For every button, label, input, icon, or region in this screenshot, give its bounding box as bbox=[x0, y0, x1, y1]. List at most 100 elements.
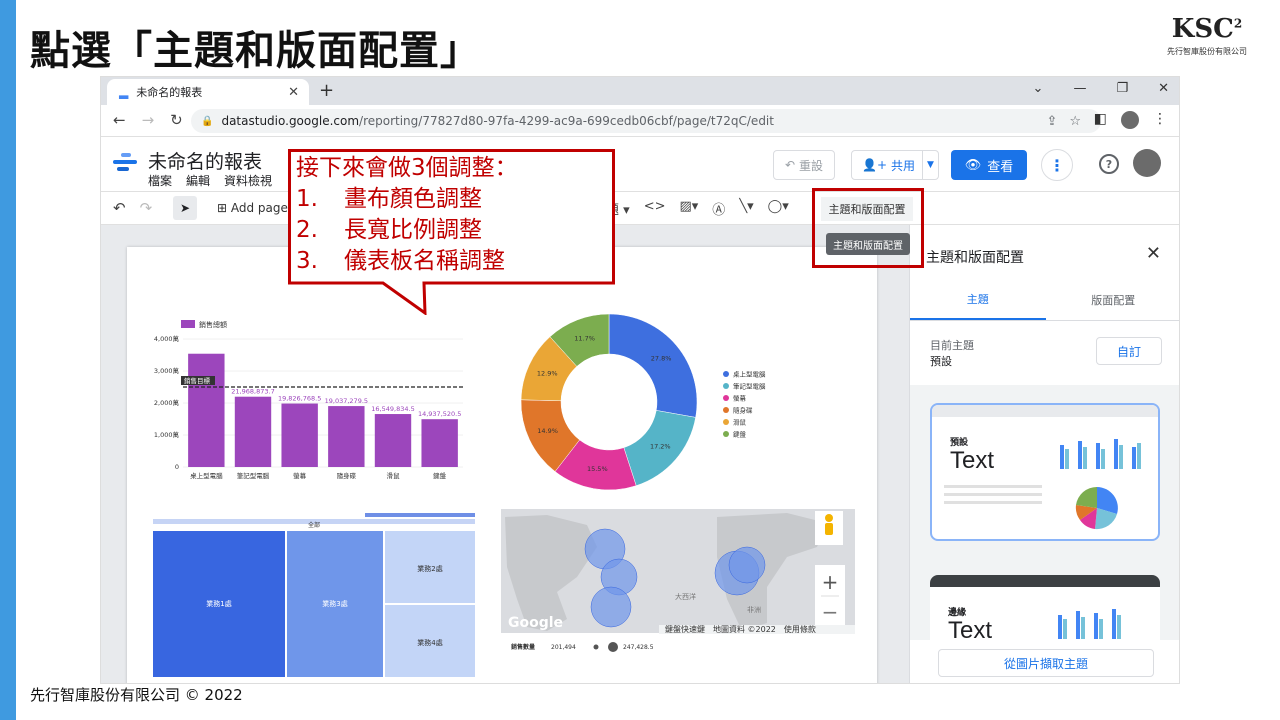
bookmark-star-icon[interactable]: ☆ bbox=[1069, 114, 1081, 129]
reset-button[interactable]: ↶ 重設 bbox=[773, 150, 835, 180]
url-input[interactable]: 🔒 datastudio.google.com/reporting/77827d… bbox=[191, 109, 1101, 133]
x-tick-label: 螢幕 bbox=[293, 471, 307, 480]
theme-list: 預設 Text 預設 bbox=[910, 385, 1179, 640]
map-legend-min: 201,494 bbox=[551, 644, 576, 651]
callout-heading: 接下來會做3個調整： bbox=[296, 155, 518, 181]
legend-swatch bbox=[723, 371, 729, 377]
map-legend-max: 247,428.5 bbox=[623, 644, 654, 651]
brand-logo: KSC2 先行智庫股份有限公司 bbox=[1162, 14, 1252, 57]
geo-map-chart[interactable]: 大西洋 非洲 + − Google 鍵盤快速鍵 地圖資料 ©2022 使用條款 … bbox=[501, 509, 855, 652]
share-button[interactable]: 👤+ 共用 ▼ bbox=[851, 150, 939, 180]
close-icon[interactable]: ✕ bbox=[1146, 243, 1161, 264]
tab-search-icon[interactable]: ⌄ bbox=[1033, 81, 1044, 96]
legend-swatch bbox=[723, 419, 729, 425]
profile-avatar[interactable] bbox=[1121, 111, 1139, 129]
slide-title: 點選「主題和版面配置」 bbox=[30, 28, 481, 74]
reload-icon[interactable]: ↻ bbox=[170, 111, 183, 129]
undo-icon[interactable]: ↶ bbox=[113, 199, 126, 217]
tab-title: 未命名的報表 bbox=[136, 86, 203, 99]
treemap-header: 全部 bbox=[308, 521, 320, 529]
customize-button[interactable]: 自訂 bbox=[1096, 337, 1162, 365]
x-tick-label: 鍵盤 bbox=[433, 471, 447, 480]
browser-tab[interactable]: ▂ 未命名的報表 ✕ bbox=[107, 79, 309, 105]
side-panel-icon[interactable]: ◧ bbox=[1094, 111, 1107, 129]
report-title[interactable]: 未命名的報表 bbox=[148, 147, 262, 174]
theme-card-default[interactable]: 預設 Text bbox=[930, 403, 1160, 541]
legend-swatch bbox=[723, 407, 729, 413]
pie-chart[interactable]: 27.8% 17.2% 15.5% 14.9% 12.9% 11.7% 桌上型電腦筆記型電腦… bbox=[520, 313, 766, 491]
redo-icon[interactable]: ↷ bbox=[140, 199, 153, 217]
restore-icon[interactable]: ❐ bbox=[1116, 81, 1128, 96]
bar[interactable] bbox=[374, 414, 412, 467]
legend-swatch bbox=[181, 320, 195, 328]
menu-data-view[interactable]: 資料檢視 bbox=[224, 172, 272, 189]
line-icon[interactable]: ╲▾ bbox=[739, 199, 753, 218]
data-label: 21,968,873.7 bbox=[231, 388, 274, 396]
ocean-label: 大西洋 bbox=[675, 592, 696, 601]
browser-menu-icon[interactable]: ⋮ bbox=[1153, 111, 1167, 129]
theme-sample-text: Text bbox=[950, 447, 995, 474]
share-dropdown-icon[interactable]: ▼ bbox=[922, 151, 938, 179]
embed-code-icon[interactable]: <> bbox=[644, 199, 666, 218]
help-icon[interactable]: ? bbox=[1099, 154, 1119, 174]
legend-large-bubble bbox=[608, 642, 618, 652]
back-icon[interactable]: ← bbox=[113, 111, 126, 129]
bar[interactable] bbox=[328, 406, 365, 467]
user-avatar[interactable] bbox=[1133, 149, 1161, 177]
legend-swatch bbox=[723, 395, 729, 401]
treemap-chart[interactable]: 全部 業務1處 業務3處 業務2處 業務4處 bbox=[153, 513, 475, 677]
pie-slice[interactable] bbox=[608, 313, 698, 418]
tab-layout[interactable]: 版面配置 bbox=[1046, 279, 1180, 320]
forward-icon[interactable]: → bbox=[142, 111, 155, 129]
data-label: 14,937,520.5 bbox=[418, 410, 461, 418]
bar[interactable] bbox=[188, 353, 225, 467]
map-bubble[interactable] bbox=[590, 586, 632, 628]
zoom-out-icon[interactable]: − bbox=[822, 600, 839, 624]
current-theme-label: 目前主題 bbox=[930, 339, 974, 352]
map-legend-title: 銷售數量 bbox=[511, 643, 535, 651]
zoom-in-icon[interactable]: + bbox=[822, 570, 839, 594]
data-label: 19,826,768.5 bbox=[278, 395, 321, 403]
bar[interactable] bbox=[234, 396, 272, 467]
close-window-icon[interactable]: ✕ bbox=[1158, 81, 1169, 96]
legend-label: 筆記型電腦 bbox=[733, 382, 766, 391]
more-options-icon[interactable]: ⋮ bbox=[1041, 149, 1073, 181]
x-tick-label: 桌上型電腦 bbox=[190, 471, 223, 480]
slice-label: 12.9% bbox=[537, 370, 558, 378]
minimize-icon[interactable]: — bbox=[1073, 81, 1086, 96]
legend-label: 鍵盤 bbox=[733, 430, 747, 439]
legend-label: 隨身碟 bbox=[733, 406, 753, 415]
share-page-icon[interactable]: ⇪ bbox=[1046, 114, 1057, 129]
shape-icon[interactable]: ◯▾ bbox=[768, 199, 789, 218]
text-box-icon[interactable]: Ⓐ bbox=[712, 199, 725, 218]
new-tab-icon[interactable]: + bbox=[319, 80, 334, 101]
africa-label: 非洲 bbox=[747, 605, 761, 614]
extract-theme-from-image-button[interactable]: 從圖片擷取主題 bbox=[938, 649, 1154, 677]
map-bubble[interactable] bbox=[728, 546, 766, 584]
tab-close-icon[interactable]: ✕ bbox=[288, 85, 299, 100]
y-tick-label: 0 bbox=[175, 463, 179, 471]
theme-card-edge[interactable]: 邊緣 Text bbox=[930, 575, 1160, 640]
bar[interactable] bbox=[281, 403, 318, 467]
select-cursor-icon[interactable]: ➤ bbox=[173, 196, 197, 220]
image-icon[interactable]: ▨▾ bbox=[679, 199, 698, 218]
tab-theme[interactable]: 主題 bbox=[910, 279, 1046, 320]
treemap-label: 業務4處 bbox=[417, 638, 442, 647]
add-person-icon: 👤+ bbox=[862, 158, 887, 172]
callout-item: 1. 畫布顏色調整 bbox=[296, 186, 482, 212]
data-label: 16,549,834.5 bbox=[371, 405, 414, 413]
y-tick-label: 4,000萬 bbox=[154, 334, 180, 343]
slice-label: 17.2% bbox=[650, 443, 671, 451]
menu-file[interactable]: 檔案 bbox=[148, 172, 172, 189]
x-tick-label: 滑鼠 bbox=[387, 471, 401, 480]
y-tick-label: 1,000萬 bbox=[154, 430, 180, 439]
bar[interactable] bbox=[421, 419, 458, 467]
view-button[interactable]: 👁 查看 bbox=[951, 150, 1027, 180]
menu-edit[interactable]: 編輯 bbox=[186, 172, 210, 189]
legend-label: 滑鼠 bbox=[733, 418, 747, 427]
slice-label: 15.5% bbox=[587, 465, 608, 473]
x-tick-label: 筆記型電腦 bbox=[237, 471, 270, 480]
map-attribution[interactable]: 鍵盤快速鍵 地圖資料 ©2022 使用條款 bbox=[665, 624, 816, 634]
add-page-button[interactable]: ⊞ Add page bbox=[217, 201, 288, 215]
bar-chart[interactable]: 銷售總額 0 1,000萬 2,000萬 3,000萬 4,000萬桌上型電腦 21,968… bbox=[154, 320, 463, 480]
